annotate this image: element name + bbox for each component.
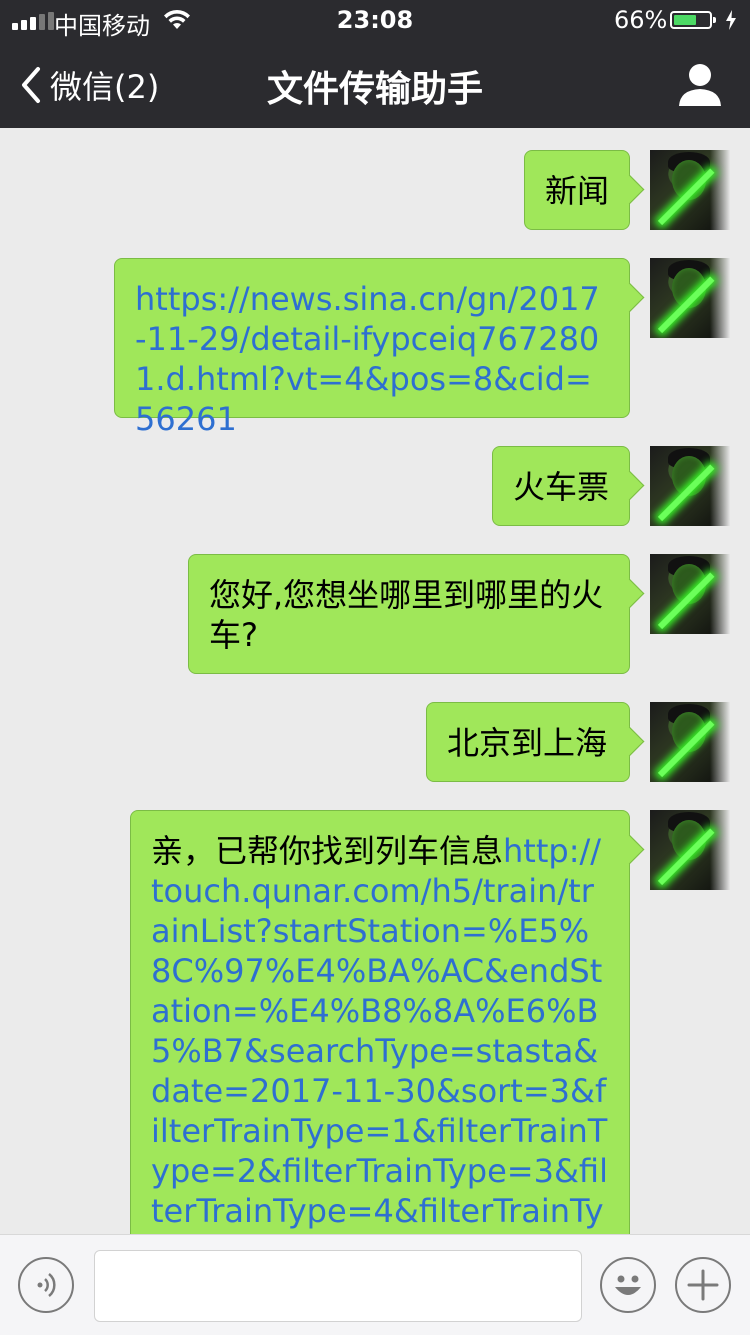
battery-icon	[670, 11, 716, 29]
charging-bolt-icon	[726, 10, 736, 30]
input-bar	[0, 1234, 750, 1335]
chat-area[interactable]: 新闻 https://news.sina.cn/gn/2017-11-29/de…	[0, 128, 750, 1234]
message-bubble[interactable]: 亲，已帮你找到列车信息http://touch.qunar.com/h5/tra…	[130, 810, 630, 1234]
avatar[interactable]	[650, 554, 730, 634]
back-label: 微信(2)	[50, 68, 160, 106]
voice-button[interactable]	[18, 1257, 74, 1313]
avatar[interactable]	[650, 258, 730, 338]
person-icon[interactable]	[676, 62, 724, 108]
back-button[interactable]: 微信(2)	[18, 62, 159, 108]
message-bubble[interactable]: 火车票	[492, 446, 630, 526]
plus-icon	[687, 1269, 719, 1301]
emoji-icon	[615, 1275, 641, 1295]
message-text: 您好,您想坐哪里到哪里的火车?	[209, 576, 604, 654]
message-bubble[interactable]: 北京到上海	[426, 702, 630, 782]
avatar[interactable]	[650, 810, 730, 890]
battery-fill	[674, 15, 696, 25]
message-text: 亲，已帮你找到列车信息	[151, 832, 504, 870]
voice-icon	[37, 1273, 56, 1297]
message-link[interactable]: https://news.sina.cn/gn/2017-11-29/detai…	[135, 280, 600, 438]
plus-button[interactable]	[675, 1257, 731, 1313]
message-text: 火车票	[513, 468, 610, 506]
avatar[interactable]	[650, 702, 730, 782]
avatar[interactable]	[650, 150, 730, 230]
status-bar: 中国移动 23:08 66%	[0, 0, 750, 40]
message-text: 新闻	[545, 172, 610, 210]
avatar[interactable]	[650, 446, 730, 526]
message-input[interactable]	[94, 1250, 582, 1322]
message-link[interactable]: http://touch.qunar.com/h5/train/trainLis…	[151, 832, 608, 1234]
message-bubble[interactable]: 新闻	[524, 150, 630, 230]
chevron-left-icon	[22, 67, 40, 103]
top-bar: 中国移动 23:08 66% 微信(2) 文件传输助手	[0, 0, 750, 128]
battery-percent: 66%	[614, 6, 668, 34]
message-text: 北京到上海	[447, 724, 608, 762]
message-bubble[interactable]: 您好,您想坐哪里到哪里的火车?	[188, 554, 630, 674]
emoji-button[interactable]	[600, 1257, 656, 1313]
message-bubble[interactable]: https://news.sina.cn/gn/2017-11-29/detai…	[114, 258, 630, 438]
